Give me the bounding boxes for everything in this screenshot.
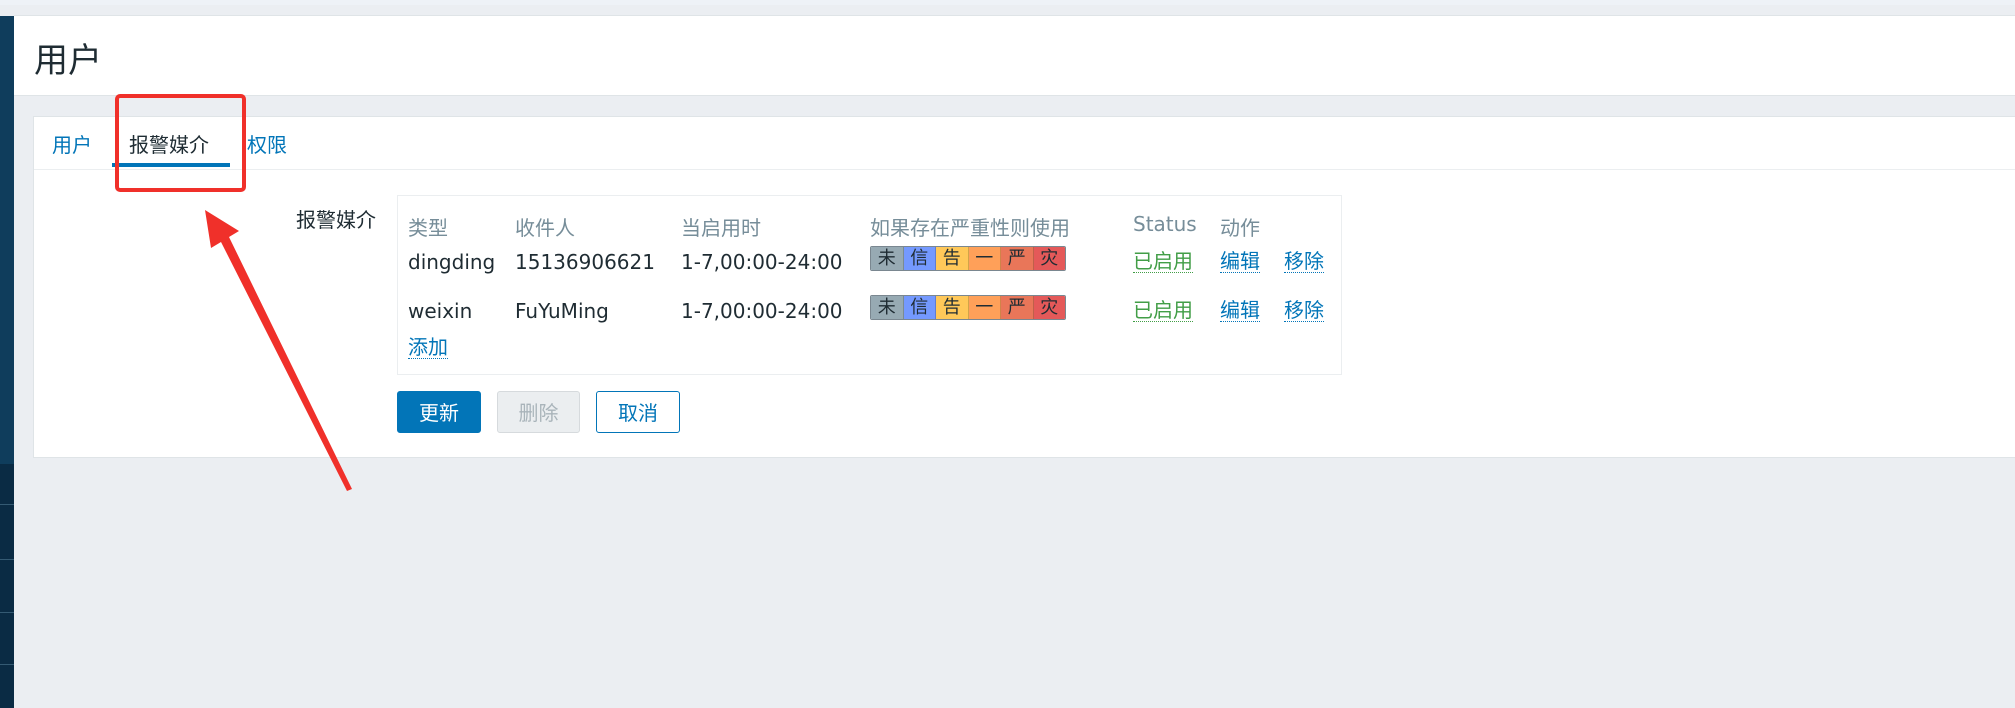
severity-warning: 告 bbox=[936, 296, 969, 319]
header-status: Status bbox=[1133, 212, 1197, 236]
severity-indicator: 未 信 告 一 严 灾 bbox=[870, 295, 1066, 320]
severity-average: 一 bbox=[968, 247, 1001, 270]
media-when-active: 1-7,00:00-24:00 bbox=[681, 299, 843, 323]
header-severity: 如果存在严重性则使用 bbox=[870, 216, 1070, 240]
severity-indicator: 未 信 告 一 严 灾 bbox=[870, 246, 1066, 271]
user-form-card: 用户 报警媒介 权限 报警媒介 类型 收件人 当启用时 如果存在严重性则使用 S… bbox=[33, 116, 2015, 458]
sidebar-divider bbox=[0, 559, 14, 560]
media-table: 类型 收件人 当启用时 如果存在严重性则使用 Status 动作 dingdin… bbox=[397, 195, 1342, 375]
cancel-button[interactable]: 取消 bbox=[596, 391, 680, 433]
tab-permissions[interactable]: 权限 bbox=[247, 129, 287, 158]
remove-media-link[interactable]: 移除 bbox=[1284, 299, 1324, 322]
sidebar-divider bbox=[0, 612, 14, 613]
media-field-label: 报警媒介 bbox=[296, 208, 376, 232]
media-sendto: FuYuMing bbox=[515, 299, 609, 323]
sidebar-divider bbox=[0, 664, 14, 665]
media-type: weixin bbox=[408, 299, 473, 323]
remove-media-link[interactable]: 移除 bbox=[1284, 250, 1324, 273]
severity-information: 信 bbox=[903, 247, 936, 270]
severity-disaster: 灾 bbox=[1033, 296, 1065, 319]
severity-not-classified: 未 bbox=[871, 296, 904, 319]
severity-information: 信 bbox=[903, 296, 936, 319]
severity-warning: 告 bbox=[936, 247, 969, 270]
severity-not-classified: 未 bbox=[871, 247, 904, 270]
page-header: 用户 bbox=[14, 16, 2015, 96]
tab-bar: 用户 报警媒介 权限 bbox=[34, 117, 2015, 170]
header-type: 类型 bbox=[408, 216, 448, 240]
edit-media-link[interactable]: 编辑 bbox=[1220, 250, 1260, 273]
sidebar bbox=[0, 16, 14, 708]
header-sendto: 收件人 bbox=[515, 216, 575, 240]
header-action: 动作 bbox=[1220, 216, 1260, 240]
page-title: 用户 bbox=[34, 41, 102, 81]
header-when-active: 当启用时 bbox=[681, 216, 761, 240]
media-sendto: 15136906621 bbox=[515, 250, 655, 274]
media-type: dingding bbox=[408, 250, 496, 274]
browser-top-strip bbox=[0, 0, 2015, 5]
severity-disaster: 灾 bbox=[1033, 247, 1065, 270]
media-status-toggle[interactable]: 已启用 bbox=[1133, 250, 1193, 273]
delete-button[interactable]: 删除 bbox=[497, 391, 580, 433]
tab-user[interactable]: 用户 bbox=[52, 129, 92, 158]
update-button[interactable]: 更新 bbox=[397, 391, 481, 433]
sidebar-lower-section bbox=[0, 464, 14, 708]
sidebar-divider bbox=[0, 504, 14, 505]
severity-high: 严 bbox=[1001, 247, 1034, 270]
annotation-highlight-box bbox=[115, 94, 246, 192]
media-when-active: 1-7,00:00-24:00 bbox=[681, 250, 843, 274]
edit-media-link[interactable]: 编辑 bbox=[1220, 299, 1260, 322]
severity-high: 严 bbox=[1001, 296, 1034, 319]
severity-average: 一 bbox=[968, 296, 1001, 319]
media-status-toggle[interactable]: 已启用 bbox=[1133, 299, 1193, 322]
add-media-link[interactable]: 添加 bbox=[408, 336, 448, 359]
